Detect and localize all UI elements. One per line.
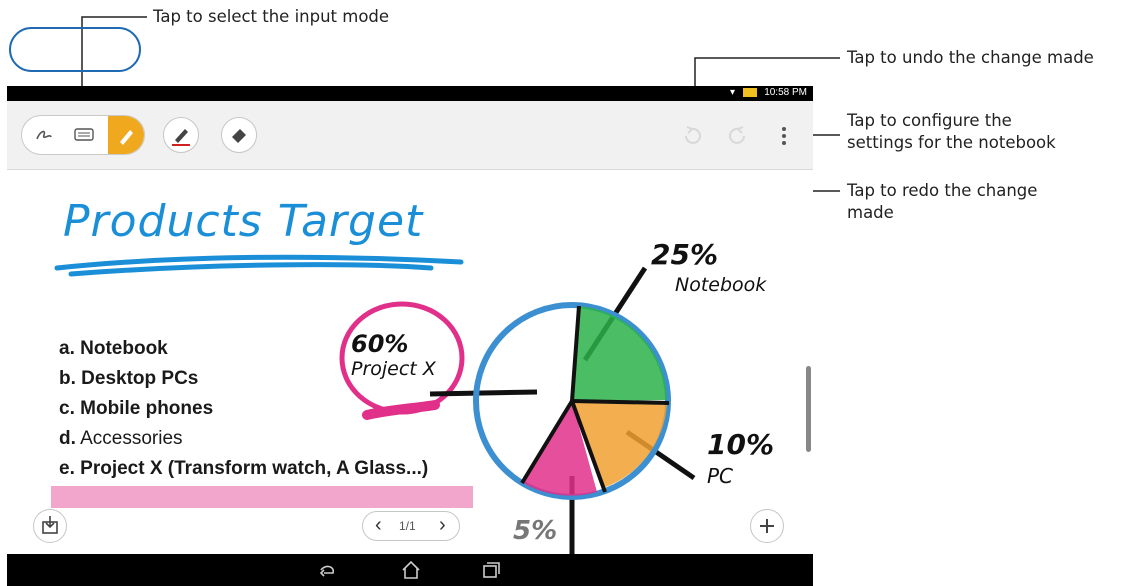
page-indicator: 1/1: [399, 519, 416, 533]
undo-icon[interactable]: [679, 123, 705, 149]
callout-redo-1: Tap to redo the change: [847, 181, 1038, 200]
toolbar: [7, 101, 813, 170]
pen-color-icon: [172, 129, 190, 146]
keyboard-icon[interactable]: [72, 125, 96, 145]
page-navigator: ‹ 1/1 ›: [362, 511, 460, 541]
scrollbar[interactable]: [806, 366, 811, 452]
label-projectx-pct: 60%: [351, 330, 409, 358]
callout-settings-1: Tap to configure the: [847, 111, 1012, 130]
list-item: b. Desktop PCs: [59, 368, 199, 389]
more-vert-icon[interactable]: [779, 125, 789, 147]
status-time: 10:58 PM: [764, 87, 807, 98]
pen-color-button[interactable]: [163, 117, 199, 153]
list-item: d. Accessories: [59, 428, 183, 449]
prev-page-button[interactable]: ‹: [375, 514, 382, 537]
callout-settings-2: settings for the notebook: [847, 133, 1056, 152]
list-item: a. Notebook: [59, 338, 168, 359]
back-icon[interactable]: [315, 560, 339, 580]
input-mode-highlight: [9, 27, 141, 72]
note-canvas[interactable]: Products Target a. Notebook b. Desktop P…: [7, 170, 813, 560]
callout-redo-2: made: [847, 203, 894, 222]
system-nav-bar: [7, 554, 813, 586]
pen-draw-icon[interactable]: [108, 116, 144, 154]
callout-undo: Tap to undo the change made: [847, 48, 1094, 67]
recent-apps-icon[interactable]: [479, 560, 503, 580]
battery-icon: [743, 88, 757, 97]
import-button[interactable]: [33, 509, 67, 543]
next-page-button[interactable]: ›: [439, 514, 446, 537]
label-notebook: Notebook: [675, 274, 767, 296]
add-icon: [760, 519, 774, 533]
add-page-button[interactable]: [750, 509, 784, 543]
import-icon: [42, 516, 58, 534]
status-bar: ▾ 10:58 PM: [7, 86, 813, 101]
callout-input-mode: Tap to select the input mode: [153, 7, 390, 26]
label-bottom-pct: 5%: [513, 516, 558, 546]
label-pc: PC: [707, 464, 734, 488]
redo-icon[interactable]: [725, 123, 751, 149]
label-projectx: Project X: [351, 358, 436, 380]
eraser-icon: [232, 129, 246, 143]
wifi-icon: ▾: [729, 87, 735, 98]
list-item: c. Mobile phones: [59, 398, 214, 419]
tablet-screen: ▾ 10:58 PM Products Target a. Notebook b…: [7, 86, 813, 586]
handwriting-icon[interactable]: [32, 123, 56, 147]
eraser-button[interactable]: [221, 117, 257, 153]
input-mode-selector[interactable]: [21, 115, 145, 155]
label-notebook-pct: 25%: [651, 238, 719, 271]
home-icon[interactable]: [399, 559, 423, 581]
label-pc-pct: 10%: [707, 428, 775, 461]
